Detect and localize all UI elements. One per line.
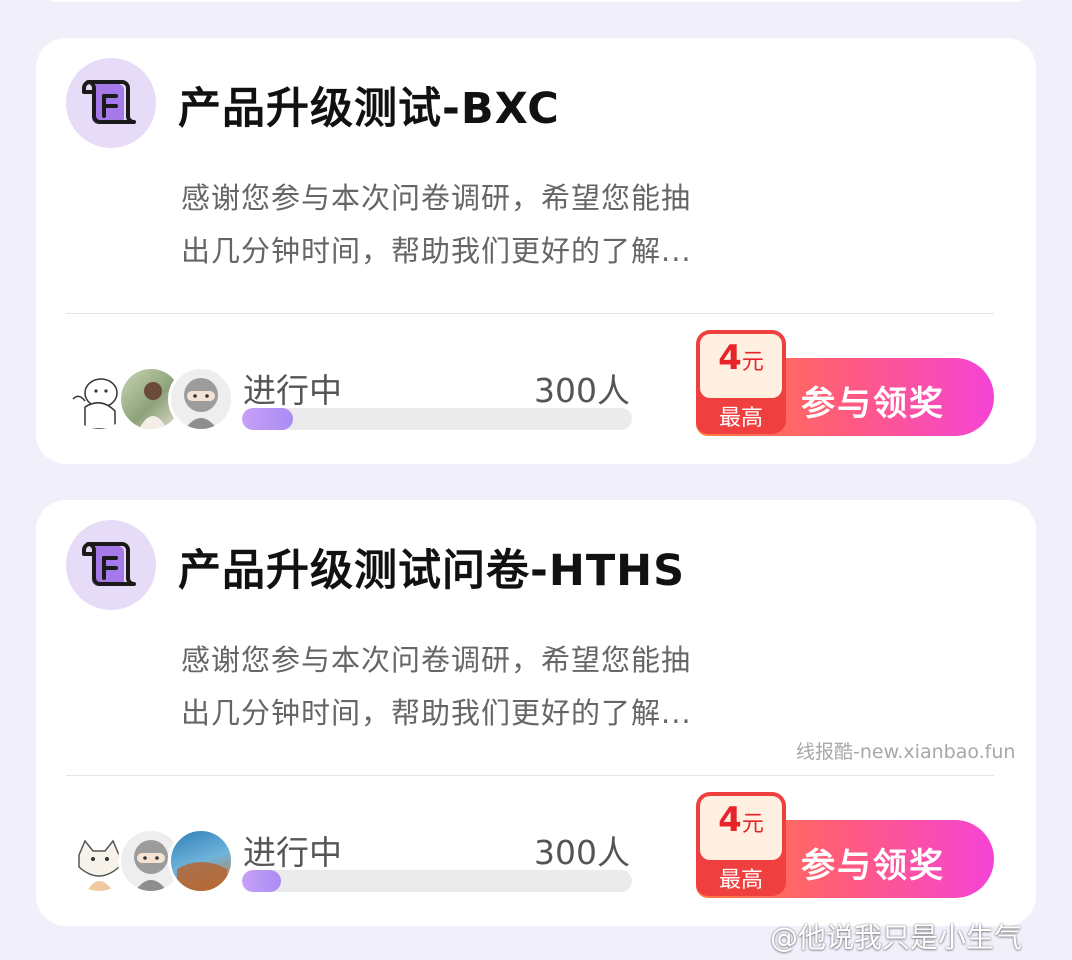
- progress-fill: [242, 408, 293, 430]
- reward-unit: 元: [741, 812, 764, 837]
- divider: [66, 313, 994, 314]
- status-label: 进行中: [243, 833, 342, 872]
- participant-count: 300人: [534, 833, 630, 872]
- progress-bar: [242, 408, 632, 430]
- reward-amount: 4元: [696, 338, 786, 378]
- description-line: 出几分钟时间，帮助我们更好的了解...: [181, 234, 692, 268]
- reward-badge: 4元 最高: [696, 330, 786, 434]
- survey-description: 感谢您参与本次问卷调研，希望您能抽 出几分钟时间，帮助我们更好的了解...: [181, 634, 721, 740]
- progress-bar: [242, 870, 632, 892]
- join-reward-button[interactable]: 4元 最高 参与领奖: [696, 792, 994, 898]
- scroll-document-icon: [66, 58, 156, 148]
- join-button-label: 参与领奖: [801, 846, 945, 886]
- survey-card[interactable]: 产品升级测试-BXC 感谢您参与本次问卷调研，希望您能抽 出几分钟时间，帮助我们…: [36, 38, 1036, 464]
- weibo-watermark: @他说我只是小生气: [770, 921, 1023, 954]
- description-line: 感谢您参与本次问卷调研，希望您能抽: [181, 643, 692, 677]
- reward-caption: 最高: [718, 406, 763, 431]
- description-line: 感谢您参与本次问卷调研，希望您能抽: [181, 181, 692, 215]
- reward-number: 4: [718, 338, 742, 378]
- reward-badge: 4元 最高: [696, 792, 786, 896]
- participant-avatar: [168, 828, 234, 894]
- join-button-label: 参与领奖: [801, 384, 945, 424]
- survey-card[interactable]: 产品升级测试问卷-HTHS 感谢您参与本次问卷调研，希望您能抽 出几分钟时间，帮…: [36, 500, 1036, 926]
- reward-number: 4: [718, 800, 742, 840]
- status-label: 进行中: [243, 371, 342, 410]
- participant-avatar: [168, 366, 234, 432]
- survey-description: 感谢您参与本次问卷调研，希望您能抽 出几分钟时间，帮助我们更好的了解...: [181, 172, 721, 278]
- participant-count: 300人: [534, 371, 630, 410]
- progress-fill: [242, 870, 281, 892]
- previous-card-edge: [36, 0, 1036, 2]
- survey-title: 产品升级测试-BXC: [178, 84, 560, 134]
- scroll-document-icon: [66, 520, 156, 610]
- survey-title: 产品升级测试问卷-HTHS: [178, 546, 686, 596]
- join-reward-button[interactable]: 4元 最高 参与领奖: [696, 330, 994, 436]
- site-watermark: 线报酷-new.xianbao.fun: [796, 741, 1016, 763]
- reward-amount: 4元: [696, 800, 786, 840]
- divider: [66, 775, 994, 776]
- reward-caption: 最高: [718, 868, 763, 893]
- description-line: 出几分钟时间，帮助我们更好的了解...: [181, 696, 692, 730]
- reward-unit: 元: [741, 350, 764, 375]
